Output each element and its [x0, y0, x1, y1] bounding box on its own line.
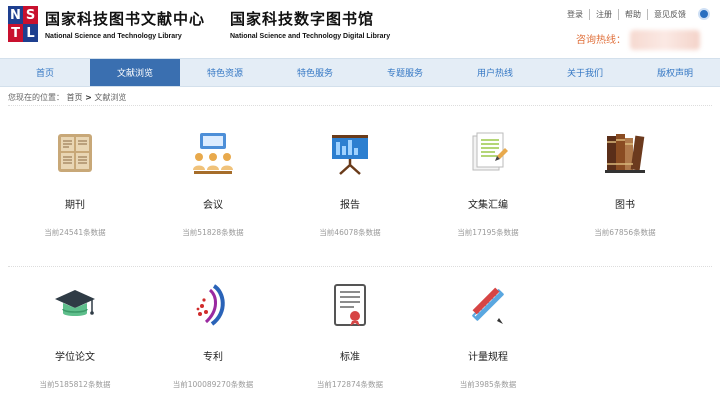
category-count: 当前3985条数据 [459, 380, 517, 389]
nav-item-1[interactable]: 文献浏览 [90, 59, 180, 86]
org-title-library-en: National Science and Technology Library [45, 33, 182, 40]
org-title-library-cn: 国家科技图书文献中心 [45, 10, 206, 28]
breadcrumb-current: 文献浏览 [94, 93, 127, 102]
standard-icon [327, 282, 373, 328]
category-card[interactable]: 专利当前100089270条数据 [145, 282, 281, 390]
breadcrumb-divider [8, 105, 712, 106]
hotline-label: 咨询热线： [576, 35, 626, 46]
category-title[interactable]: 报告 [282, 196, 418, 211]
logo-letter-s: S [23, 6, 38, 24]
conference-icon [190, 130, 236, 176]
login-link[interactable]: 登录 [561, 9, 590, 20]
collection-icon [465, 130, 511, 176]
category-card[interactable]: 报告当前46078条数据 [282, 130, 418, 238]
nav-item-5[interactable]: 用户热线 [450, 59, 540, 86]
category-title[interactable]: 期刊 [7, 196, 143, 211]
feedback-link[interactable]: 意见反馈 [648, 9, 692, 20]
org-title-digital-cn: 国家科技数字图书馆 [230, 10, 375, 28]
category-title[interactable]: 专利 [145, 348, 281, 363]
category-card[interactable]: 学位论文当前5185812条数据 [7, 282, 143, 390]
nav-item-3[interactable]: 特色服务 [270, 59, 360, 86]
category-count: 当前24541条数据 [44, 228, 106, 237]
nav-item-0[interactable]: 首页 [0, 59, 90, 86]
nav-item-2[interactable]: 特色资源 [180, 59, 270, 86]
org-title-digital-en: National Science and Technology Digital … [230, 33, 391, 40]
category-card[interactable]: 标准当前172874条数据 [282, 282, 418, 390]
hotline-number-blurred [630, 30, 700, 50]
main-nav: 首页 文献浏览 特色资源 特色服务 专题服务 用户热线 关于我们 版权声明 [0, 58, 720, 87]
globe-icon[interactable] [698, 8, 710, 20]
nav-item-4[interactable]: 专题服务 [360, 59, 450, 86]
category-count: 当前67856条数据 [594, 228, 656, 237]
org-title-library: 国家科技图书文献中心 National Science and Technolo… [45, 8, 205, 40]
category-card[interactable]: 会议当前51828条数据 [145, 130, 281, 238]
category-title[interactable]: 计量规程 [420, 348, 556, 363]
breadcrumb-home[interactable]: 首页 [67, 93, 83, 102]
org-title-digital-library: 国家科技数字图书馆 National Science and Technolog… [230, 8, 390, 40]
site-header: N S T L 国家科技图书文献中心 National Science and … [0, 0, 720, 58]
logo-letter-n: N [8, 6, 23, 24]
row-divider [8, 266, 712, 267]
category-card[interactable]: 文集汇编当前17195条数据 [420, 130, 556, 238]
category-title[interactable]: 标准 [282, 348, 418, 363]
hotline: 咨询热线： [576, 30, 700, 50]
journal-icon [52, 130, 98, 176]
nav-item-6[interactable]: 关于我们 [540, 59, 630, 86]
category-title[interactable]: 文集汇编 [420, 196, 556, 211]
category-title[interactable]: 会议 [145, 196, 281, 211]
category-count: 当前51828条数据 [182, 228, 244, 237]
breadcrumb: 您现在的位置： 首页 > 文献浏览 [8, 92, 126, 103]
patent-icon [190, 282, 236, 328]
category-title[interactable]: 学位论文 [7, 348, 143, 363]
category-count: 当前5185812条数据 [39, 380, 111, 389]
category-count: 当前100089270条数据 [172, 380, 254, 389]
breadcrumb-prefix: 您现在的位置： [8, 93, 64, 102]
category-card[interactable]: 计量规程当前3985条数据 [420, 282, 556, 390]
breadcrumb-separator: > [85, 93, 92, 102]
logo-letter-t: T [8, 24, 23, 42]
books-icon [602, 130, 648, 176]
help-link[interactable]: 帮助 [619, 9, 648, 20]
category-count: 当前46078条数据 [319, 228, 381, 237]
top-links: 登录 注册 帮助 意见反馈 [561, 9, 692, 20]
category-count: 当前172874条数据 [316, 380, 384, 389]
register-link[interactable]: 注册 [590, 9, 619, 20]
category-card[interactable]: 图书当前67856条数据 [557, 130, 693, 238]
nav-item-7[interactable]: 版权声明 [630, 59, 720, 86]
category-count: 当前17195条数据 [457, 228, 519, 237]
logo-letter-l: L [23, 24, 38, 42]
nstl-logo[interactable]: N S T L [8, 6, 38, 42]
metrology-icon [465, 282, 511, 328]
category-card[interactable]: 期刊当前24541条数据 [7, 130, 143, 238]
report-icon [327, 130, 373, 176]
graduation-cap-icon [52, 282, 98, 328]
category-title[interactable]: 图书 [557, 196, 693, 211]
